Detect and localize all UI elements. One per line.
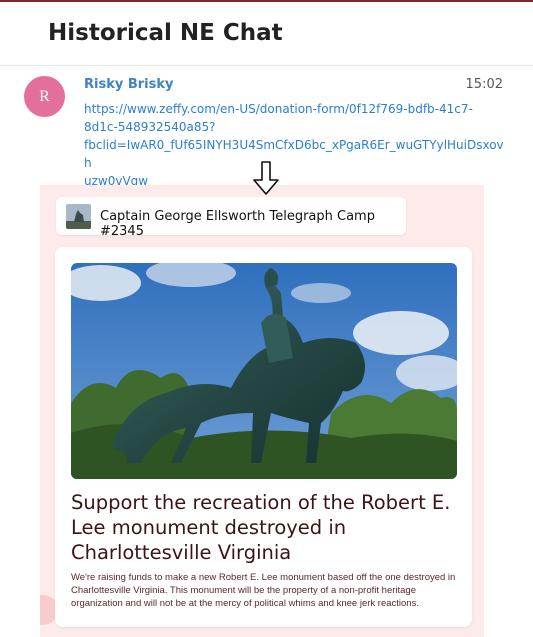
down-arrow-icon [253,161,279,195]
title-line: Support the recreation of the Robert E. [71,491,451,514]
campaign-description: We're raising funds to make a new Robert… [71,571,461,610]
campaign-title[interactable]: Support the recreation of the Robert E. … [71,490,461,565]
organization-name: Captain George Ellsworth Telegraph Camp … [100,209,375,239]
link-line[interactable]: 8d1c-548932540a85? [84,118,504,136]
organization-chip[interactable]: Captain George Ellsworth Telegraph Camp … [56,197,406,239]
description-line: Charlottesville Virginia. This monument … [71,585,416,596]
message-link[interactable]: https://www.zeffy.com/en-US/donation-for… [84,100,504,190]
description-line: We're raising funds to make a new Robert… [71,572,456,583]
avatar-initial: R [39,87,50,105]
preview-card[interactable]: Support the recreation of the Robert E. … [55,247,472,627]
chat-header: Historical NE Chat [0,2,533,66]
sender-name[interactable]: Risky Brisky [84,77,173,92]
title-line: Charlottesville Virginia [71,541,292,564]
link-line[interactable]: fbclid=IwAR0_fUf65INYH3U4SmCfxD6bc_xPgaR… [84,136,504,172]
message-timestamp: 15:02 [465,77,503,92]
chat-title: Historical NE Chat [48,20,283,46]
avatar[interactable]: R [24,76,65,117]
organization-logo [66,204,91,229]
statue-photo [71,263,457,479]
link-line[interactable]: https://www.zeffy.com/en-US/donation-for… [84,100,504,118]
description-line: organization and will not be at the merc… [71,598,419,609]
title-line: Lee monument destroyed in [71,516,347,539]
